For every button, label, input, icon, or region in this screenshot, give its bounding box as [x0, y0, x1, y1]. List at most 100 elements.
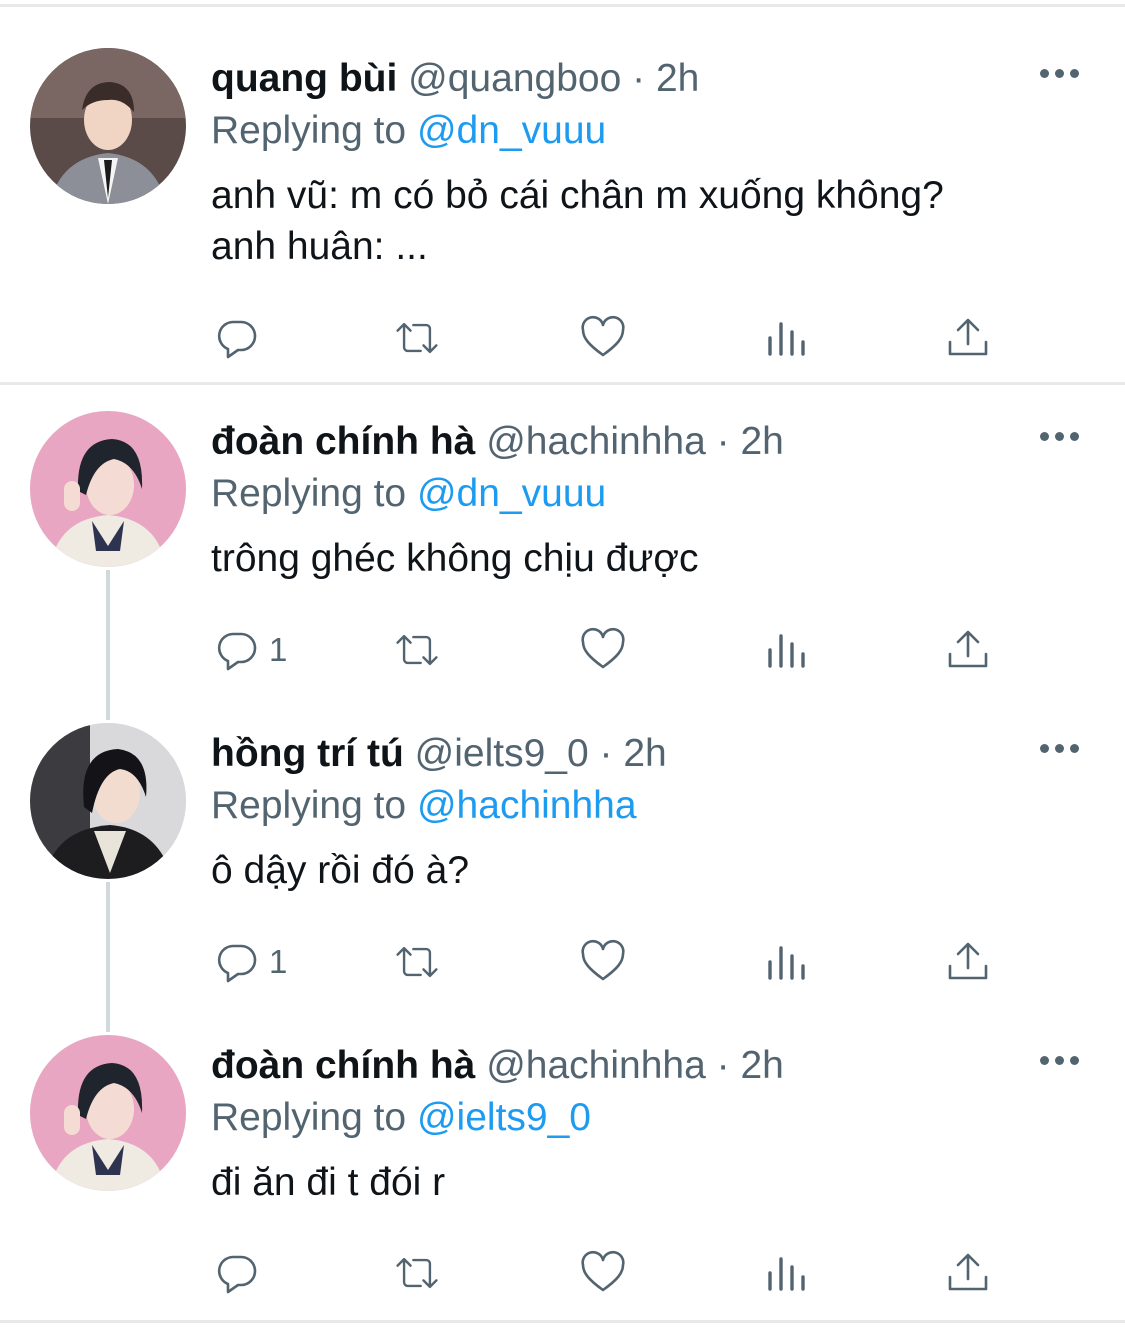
tweet-actions: [0, 1243, 1125, 1303]
avatar-image: [30, 48, 186, 204]
avatar-image: [30, 411, 186, 567]
tweet-text: đi ăn đi t đói r: [211, 1157, 445, 1208]
like-button[interactable]: [579, 1243, 627, 1303]
divider: [0, 1320, 1125, 1323]
like-button[interactable]: [579, 620, 627, 680]
more-dot: [1070, 68, 1079, 78]
share-upload-icon: [948, 1253, 988, 1291]
share-button[interactable]: [944, 1243, 992, 1303]
tweet-text: anh vũ: m có bỏ cái chân m xuống không? …: [211, 170, 944, 272]
reply-bubble-icon: [217, 320, 257, 359]
replying-label: Replying to: [211, 109, 407, 152]
more-horizontal-icon: [1040, 743, 1049, 753]
reply-count: 1: [269, 631, 288, 668]
tweet-text: trông ghéc không chịu được: [211, 533, 698, 584]
tweet-text: ô dậy rồi đó à?: [211, 845, 469, 896]
retweet-icon: [396, 634, 438, 666]
more-dot: [1055, 68, 1064, 78]
more-dot: [1055, 1055, 1064, 1065]
heart-icon: [581, 1250, 625, 1292]
analytics-button[interactable]: [762, 1243, 810, 1303]
tweet-actions: [0, 308, 1125, 368]
more-options-button[interactable]: [1040, 1049, 1084, 1071]
share-button[interactable]: [944, 620, 992, 680]
replying-to: Replying to @hachinhha: [211, 781, 637, 831]
reply-bubble-icon: [217, 944, 257, 983]
retweet-icon: [396, 1257, 438, 1289]
timestamp[interactable]: 2h: [623, 732, 666, 775]
divider: [0, 382, 1125, 385]
replying-to: Replying to @dn_vuuu: [211, 469, 606, 519]
tweet-actions: 1: [0, 620, 1125, 680]
tweet[interactable]: đoàn chính hà @hachinhha · 2h Replying t…: [0, 411, 1125, 691]
user-handle[interactable]: @ielts9_0: [415, 732, 589, 775]
avatar[interactable]: [30, 1035, 186, 1191]
analytics-bars-icon: [768, 634, 805, 668]
like-button[interactable]: [579, 308, 627, 368]
tweet[interactable]: quang bùi @quangboo · 2h Replying to @dn…: [0, 48, 1125, 368]
avatar[interactable]: [30, 723, 186, 879]
like-button[interactable]: [579, 932, 627, 992]
tweet-actions: 1: [0, 932, 1125, 992]
analytics-button[interactable]: [762, 932, 810, 992]
timestamp[interactable]: 2h: [656, 57, 699, 100]
avatar[interactable]: [30, 48, 186, 204]
separator-dot: ·: [716, 420, 730, 463]
user-handle[interactable]: @quangboo: [408, 57, 621, 100]
user-handle[interactable]: @hachinhha: [486, 1044, 706, 1087]
mention-link[interactable]: @dn_vuuu: [417, 472, 606, 515]
more-options-button[interactable]: [1040, 62, 1084, 84]
retweet-button[interactable]: [393, 932, 441, 992]
replying-label: Replying to: [211, 472, 407, 515]
replying-label: Replying to: [211, 784, 407, 827]
user-handle[interactable]: @hachinhha: [486, 420, 706, 463]
display-name[interactable]: đoàn chính hà: [211, 1044, 475, 1087]
retweet-button[interactable]: [393, 620, 441, 680]
analytics-bars-icon: [768, 946, 805, 980]
more-horizontal-icon: [1040, 431, 1049, 441]
timestamp[interactable]: 2h: [740, 1044, 783, 1087]
retweet-button[interactable]: [393, 1243, 441, 1303]
mention-link[interactable]: @hachinhha: [417, 784, 637, 827]
more-dot: [1070, 743, 1079, 753]
reply-button[interactable]: [213, 308, 269, 368]
avatar-image: [30, 723, 186, 879]
tweet-text-line: anh huân: ...: [211, 225, 428, 268]
analytics-bars-icon: [768, 322, 805, 356]
tweet-text-line: đi ăn đi t đói r: [211, 1161, 446, 1204]
replying-to: Replying to @ielts9_0: [211, 1093, 591, 1143]
analytics-button[interactable]: [762, 620, 810, 680]
analytics-bars-icon: [768, 1257, 805, 1291]
tweet[interactable]: hồng trí tú @ielts9_0 · 2h Replying to @…: [0, 723, 1125, 1003]
share-button[interactable]: [944, 932, 992, 992]
heart-icon: [581, 627, 625, 669]
display-name[interactable]: quang bùi: [211, 57, 397, 100]
share-button[interactable]: [944, 308, 992, 368]
tweet-text-line: trông ghéc không chịu được: [211, 537, 699, 580]
reply-button[interactable]: 1: [213, 620, 287, 680]
more-options-button[interactable]: [1040, 737, 1084, 759]
mention-link[interactable]: @dn_vuuu: [417, 109, 606, 152]
tweet-header: quang bùi @quangboo · 2h: [211, 54, 699, 104]
heart-icon: [581, 939, 625, 981]
reply-button[interactable]: [213, 1243, 269, 1303]
display-name[interactable]: hồng trí tú: [211, 732, 404, 775]
display-name[interactable]: đoàn chính hà: [211, 420, 475, 463]
mention-link[interactable]: @ielts9_0: [417, 1096, 591, 1139]
avatar[interactable]: [30, 411, 186, 567]
more-dot: [1055, 431, 1064, 441]
tweet-header: đoàn chính hà @hachinhha · 2h: [211, 417, 784, 467]
retweet-button[interactable]: [393, 308, 441, 368]
tweet[interactable]: đoàn chính hà @hachinhha · 2h Replying t…: [0, 1035, 1125, 1315]
replying-label: Replying to: [211, 1096, 407, 1139]
reply-button[interactable]: 1: [213, 932, 287, 992]
more-horizontal-icon: [1040, 68, 1049, 78]
more-dot: [1070, 1055, 1079, 1065]
analytics-button[interactable]: [762, 308, 810, 368]
share-upload-icon: [948, 318, 988, 356]
more-horizontal-icon: [1040, 1055, 1049, 1065]
timestamp[interactable]: 2h: [740, 420, 783, 463]
tweet-text-line: ô dậy rồi đó à?: [211, 849, 470, 892]
divider: [0, 4, 1125, 7]
more-options-button[interactable]: [1040, 425, 1084, 447]
